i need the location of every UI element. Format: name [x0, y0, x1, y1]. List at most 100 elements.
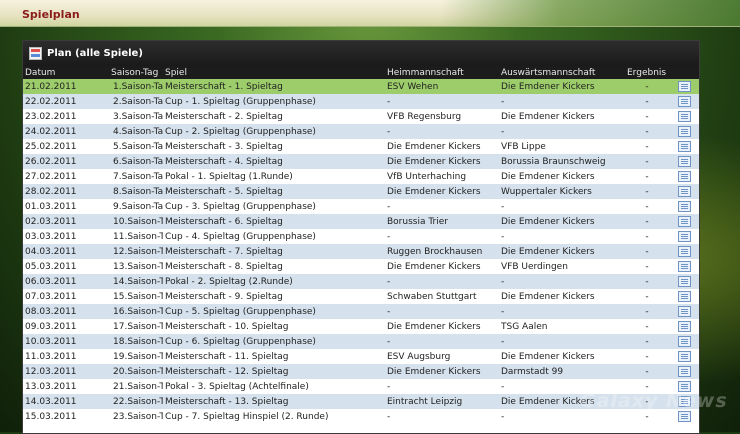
cell-saison-tag: 1.Saison-Tag — [111, 79, 163, 94]
table-row[interactable]: 25.02.20115.Saison-TagMeisterschaft - 3.… — [23, 139, 699, 154]
cell-spiel: Cup - 5. Spieltag (Gruppenphase) — [163, 304, 385, 319]
cell-ergebnis: - — [625, 304, 669, 319]
table-row[interactable]: 06.03.201114.Saison-TagPokal - 2. Spielt… — [23, 274, 699, 289]
cell-ergebnis: - — [625, 154, 669, 169]
cell-heim: - — [385, 304, 499, 319]
cell-spiel: Pokal - 2. Spieltag (2.Runde) — [163, 274, 385, 289]
table-row[interactable]: 04.03.201112.Saison-TagMeisterschaft - 7… — [23, 244, 699, 259]
cell-details — [669, 199, 699, 214]
cell-date: 06.03.2011 — [23, 274, 111, 289]
cell-saison-tag: 13.Saison-Tag — [111, 259, 163, 274]
cell-spiel: Meisterschaft - 7. Spieltag — [163, 244, 385, 259]
cell-date: 23.02.2011 — [23, 109, 111, 124]
cell-heim: - — [385, 199, 499, 214]
details-icon[interactable] — [677, 336, 691, 347]
details-icon[interactable] — [677, 411, 691, 422]
top-bar-grass — [440, 0, 740, 26]
table-row[interactable]: 23.02.20113.Saison-TagMeisterschaft - 2.… — [23, 109, 699, 124]
details-icon[interactable] — [677, 351, 691, 362]
details-icon[interactable] — [677, 141, 691, 152]
table-row[interactable]: 10.03.201118.Saison-TagCup - 6. Spieltag… — [23, 334, 699, 349]
details-icon[interactable] — [677, 246, 691, 257]
table-row[interactable]: 05.03.201113.Saison-TagMeisterschaft - 8… — [23, 259, 699, 274]
table-row[interactable]: 02.03.201110.Saison-TagMeisterschaft - 6… — [23, 214, 699, 229]
cell-spiel: Meisterschaft - 8. Spieltag — [163, 259, 385, 274]
details-icon[interactable] — [677, 171, 691, 182]
cell-spiel: Cup - 6. Spieltag (Gruppenphase) — [163, 334, 385, 349]
page-title: Spielplan — [22, 8, 80, 21]
table-row[interactable]: 12.03.201120.Saison-TagMeisterschaft - 1… — [23, 364, 699, 379]
cell-details — [669, 169, 699, 184]
details-icon[interactable] — [677, 276, 691, 287]
cell-spiel: Cup - 3. Spieltag (Gruppenphase) — [163, 199, 385, 214]
header-datum[interactable]: Datum — [23, 66, 111, 79]
details-icon[interactable] — [677, 291, 691, 302]
table-row[interactable]: 03.03.201111.Saison-TagCup - 4. Spieltag… — [23, 229, 699, 244]
table-row[interactable]: 11.03.201119.Saison-TagMeisterschaft - 1… — [23, 349, 699, 364]
details-icon[interactable] — [677, 306, 691, 317]
cell-auswaerts: - — [499, 274, 625, 289]
header-spiel[interactable]: Spiel — [163, 66, 385, 79]
cell-details — [669, 109, 699, 124]
header-ergebnis[interactable]: Ergebnis — [625, 66, 669, 79]
details-icon[interactable] — [677, 81, 691, 92]
details-icon[interactable] — [677, 96, 691, 107]
cell-heim: Die Emdener Kickers — [385, 139, 499, 154]
header-heimmannschaft[interactable]: Heimmannschaft — [385, 66, 499, 79]
cell-details — [669, 289, 699, 304]
cell-spiel: Meisterschaft - 3. Spieltag — [163, 139, 385, 154]
table-row[interactable]: 28.02.20118.Saison-TagMeisterschaft - 5.… — [23, 184, 699, 199]
cell-details — [669, 139, 699, 154]
cell-auswaerts: - — [499, 124, 625, 139]
cell-heim: ESV Wehen — [385, 79, 499, 94]
table-row[interactable]: 26.02.20116.Saison-TagMeisterschaft - 4.… — [23, 154, 699, 169]
cell-ergebnis: - — [625, 349, 669, 364]
table-row[interactable]: 27.02.20117.Saison-TagPokal - 1. Spielta… — [23, 169, 699, 184]
cell-spiel: Cup - 1. Spieltag (Gruppenphase) — [163, 94, 385, 109]
details-icon[interactable] — [677, 231, 691, 242]
cell-date: 01.03.2011 — [23, 199, 111, 214]
cell-spiel: Pokal - 3. Spieltag (Achtelfinale) — [163, 379, 385, 394]
schedule-panel: Plan (alle Spiele) Datum Saison-Tag Spie… — [22, 40, 700, 434]
header-auswaertsmannschaft[interactable]: Auswärtsmannschaft — [499, 66, 625, 79]
schedule-rows: 21.02.20111.Saison-TagMeisterschaft - 1.… — [23, 79, 699, 424]
table-row[interactable]: 07.03.201115.Saison-TagMeisterschaft - 9… — [23, 289, 699, 304]
details-icon[interactable] — [677, 126, 691, 137]
table-header-row: Datum Saison-Tag Spiel Heimmannschaft Au… — [23, 66, 699, 79]
details-icon[interactable] — [677, 321, 691, 332]
cell-details — [669, 259, 699, 274]
table-row[interactable]: 24.02.20114.Saison-TagCup - 2. Spieltag … — [23, 124, 699, 139]
table-row[interactable]: 21.02.20111.Saison-TagMeisterschaft - 1.… — [23, 79, 699, 94]
cell-auswaerts: Die Emdener Kickers — [499, 289, 625, 304]
table-row[interactable]: 01.03.20119.Saison-TagCup - 3. Spieltag … — [23, 199, 699, 214]
cell-date: 15.03.2011 — [23, 409, 111, 424]
cell-date: 24.02.2011 — [23, 124, 111, 139]
cell-spiel: Pokal - 1. Spieltag (1.Runde) — [163, 169, 385, 184]
watermark-logo: Galaxy News — [580, 390, 728, 412]
details-icon[interactable] — [677, 216, 691, 227]
cell-saison-tag: 7.Saison-Tag — [111, 169, 163, 184]
table-row[interactable]: 08.03.201116.Saison-TagCup - 5. Spieltag… — [23, 304, 699, 319]
cell-date: 13.03.2011 — [23, 379, 111, 394]
cell-spiel: Meisterschaft - 9. Spieltag — [163, 289, 385, 304]
cell-spiel: Cup - 7. Spieltag Hinspiel (2. Runde) — [163, 409, 385, 424]
table-row[interactable]: 22.02.20112.Saison-TagCup - 1. Spieltag … — [23, 94, 699, 109]
details-icon[interactable] — [677, 111, 691, 122]
table-row[interactable]: 09.03.201117.Saison-TagMeisterschaft - 1… — [23, 319, 699, 334]
cell-spiel: Meisterschaft - 12. Spieltag — [163, 364, 385, 379]
cell-date: 28.02.2011 — [23, 184, 111, 199]
cell-saison-tag: 17.Saison-Tag — [111, 319, 163, 334]
schedule-table: Datum Saison-Tag Spiel Heimmannschaft Au… — [23, 66, 699, 424]
cell-ergebnis: - — [625, 364, 669, 379]
cell-ergebnis: - — [625, 259, 669, 274]
details-icon[interactable] — [677, 156, 691, 167]
cell-ergebnis: - — [625, 94, 669, 109]
details-icon[interactable] — [677, 186, 691, 197]
details-icon[interactable] — [677, 201, 691, 212]
cell-spiel: Cup - 4. Spieltag (Gruppenphase) — [163, 229, 385, 244]
header-saison-tag[interactable]: Saison-Tag — [111, 66, 163, 79]
details-icon[interactable] — [677, 366, 691, 377]
cell-auswaerts: Die Emdener Kickers — [499, 214, 625, 229]
details-icon[interactable] — [677, 261, 691, 272]
cell-heim: Ruggen Brockhausen — [385, 244, 499, 259]
